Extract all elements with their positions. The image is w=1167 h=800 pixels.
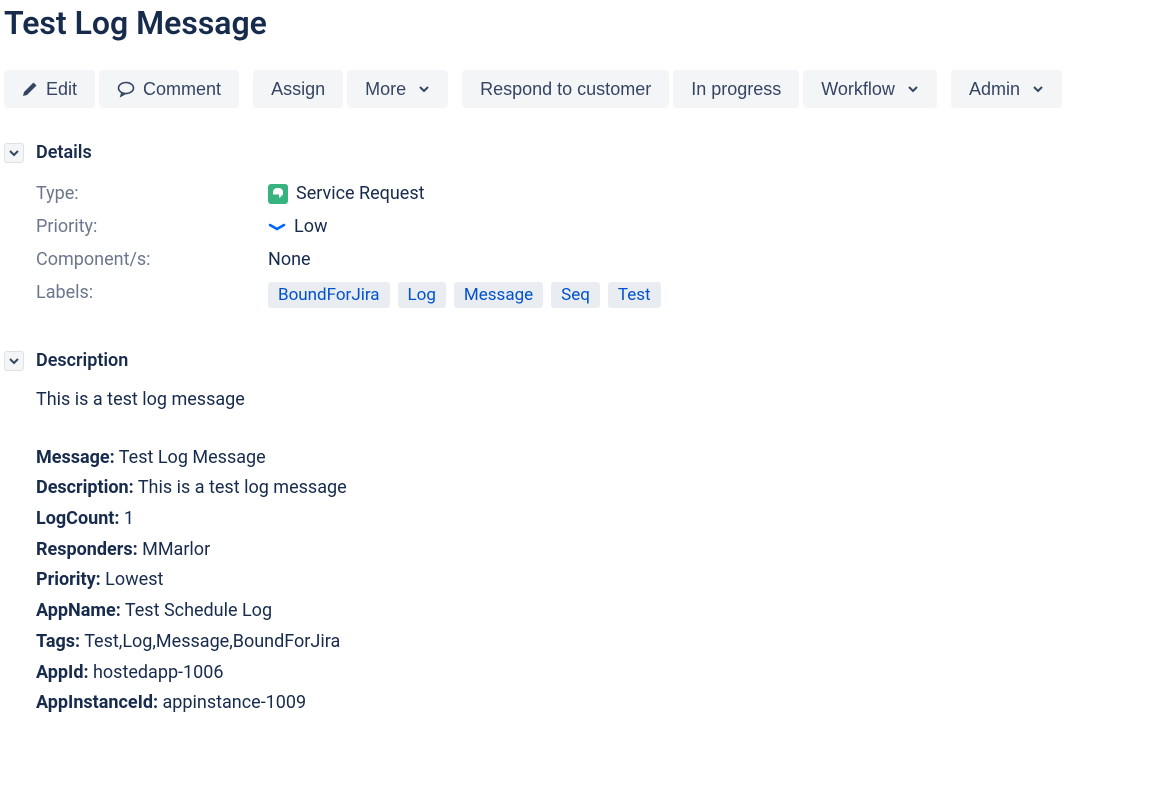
chevron-down-icon [1032,83,1044,95]
description-field: Description: This is a test log message [36,473,1163,503]
chevron-down-icon [418,83,430,95]
admin-button[interactable]: Admin [951,70,1062,108]
admin-label: Admin [969,80,1020,98]
description-field-key: Priority: [36,569,101,590]
labels-container: BoundForJira Log Message Seq Test [268,282,661,308]
description-field: Priority: Lowest [36,565,1163,595]
more-label: More [365,80,406,98]
description-fields: Message: Test Log MessageDescription: Th… [36,443,1163,718]
page-title: Test Log Message [4,4,1163,42]
comment-label: Comment [143,80,221,98]
description-field-key: AppName: [36,600,121,621]
priority-label: Priority: [36,216,268,237]
pencil-icon [22,81,38,97]
label-tag[interactable]: Log [398,282,446,308]
components-value: None [268,249,311,270]
description-field-key: AppInstanceId: [36,692,158,713]
details-title: Details [36,142,92,163]
label-tag[interactable]: Seq [551,282,600,308]
details-section: Details Type: Service Request Priority: … [4,142,1163,314]
chevron-down-icon [8,355,20,367]
priority-value: Low [294,216,328,237]
toolbar: Edit Comment Assign More Respond to cust… [4,70,1163,108]
workflow-label: Workflow [821,80,895,98]
edit-label: Edit [46,80,77,98]
chevron-down-icon [907,83,919,95]
description-field: Responders: MMarlor [36,535,1163,565]
description-field-key: LogCount: [36,508,119,529]
description-field: LogCount: 1 [36,504,1163,534]
description-field: AppInstanceId: appinstance-1009 [36,688,1163,718]
label-tag[interactable]: BoundForJira [268,282,390,308]
description-section: Description This is a test log message M… [4,350,1163,718]
description-field-key: Responders: [36,539,138,560]
respond-button[interactable]: Respond to customer [462,70,669,108]
components-label: Component/s: [36,249,268,270]
details-collapse-button[interactable] [4,143,24,163]
description-field-key: Description: [36,477,134,498]
description-intro: This is a test log message [36,385,1163,415]
more-button[interactable]: More [347,70,448,108]
type-value: Service Request [296,183,425,204]
type-label: Type: [36,183,268,204]
description-field: Tags: Test,Log,Message,BoundForJira [36,627,1163,657]
comment-button[interactable]: Comment [99,70,239,108]
description-field-key: Message: [36,447,115,468]
respond-label: Respond to customer [480,80,651,98]
detail-row-priority: Priority: Low [36,210,1163,243]
description-field-key: AppId: [36,662,89,683]
description-field-key: Tags: [36,631,80,652]
service-request-icon [268,184,288,204]
edit-button[interactable]: Edit [4,70,95,108]
workflow-button[interactable]: Workflow [803,70,937,108]
in-progress-button[interactable]: In progress [673,70,799,108]
label-tag[interactable]: Test [608,282,661,308]
chevron-down-icon [8,147,20,159]
assign-button[interactable]: Assign [253,70,343,108]
detail-row-labels: Labels: BoundForJira Log Message Seq Test [36,276,1163,314]
detail-row-components: Component/s: None [36,243,1163,276]
comment-icon [117,80,135,98]
priority-low-icon [268,221,286,233]
description-field: AppId: hostedapp-1006 [36,658,1163,688]
description-field: AppName: Test Schedule Log [36,596,1163,626]
detail-row-type: Type: Service Request [36,177,1163,210]
label-tag[interactable]: Message [454,282,543,308]
description-field: Message: Test Log Message [36,443,1163,473]
assign-label: Assign [271,80,325,98]
labels-label: Labels: [36,282,268,303]
description-collapse-button[interactable] [4,351,24,371]
description-title: Description [36,350,128,371]
in-progress-label: In progress [691,80,781,98]
